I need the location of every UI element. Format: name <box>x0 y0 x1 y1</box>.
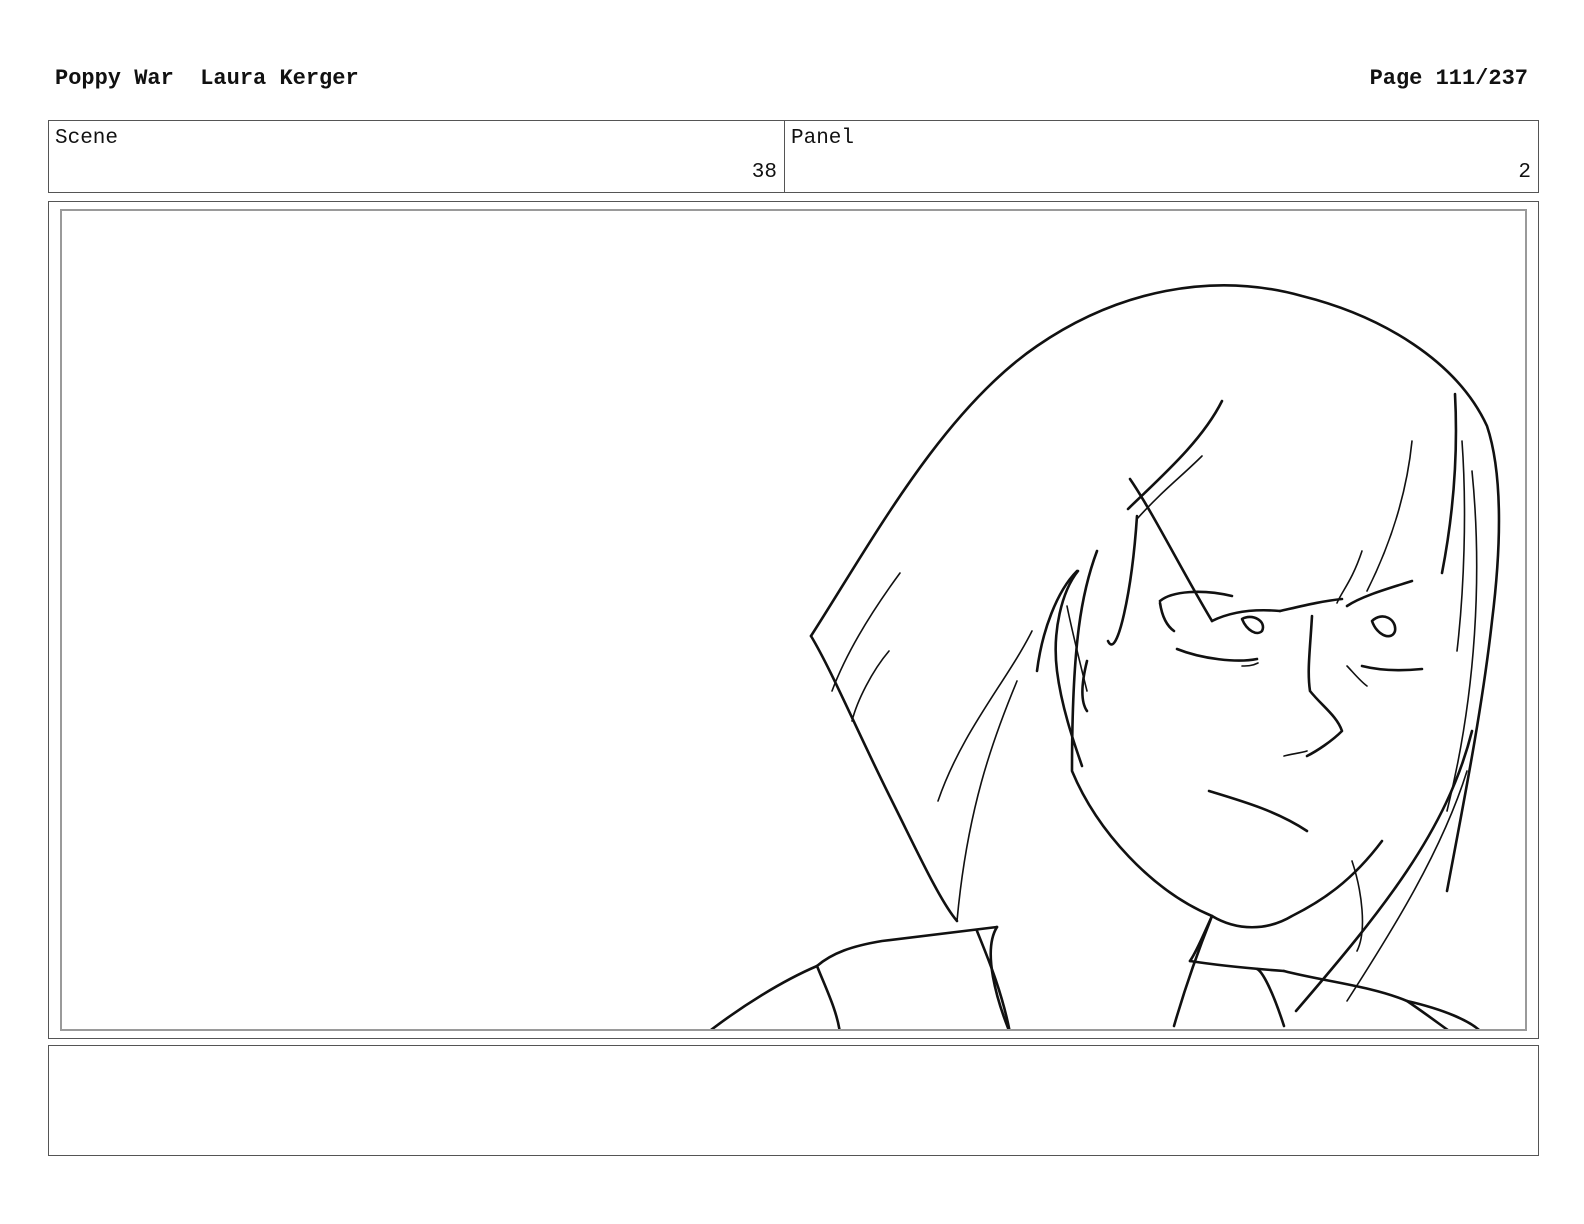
panel-label: Panel <box>791 127 855 150</box>
panel-number: 2 <box>1518 161 1531 184</box>
storyboard-panel-image <box>60 209 1527 1031</box>
character-sketch <box>710 284 1501 1029</box>
scene-label: Scene <box>55 127 119 150</box>
storyboard-header-title: Poppy War Laura Kerger <box>55 66 359 91</box>
author-name: Laura Kerger <box>200 66 359 91</box>
storyboard-frame <box>48 201 1539 1039</box>
scene-number: 38 <box>751 161 777 184</box>
panel-notes <box>48 1045 1539 1156</box>
project-title: Poppy War <box>55 66 174 91</box>
scene-field: Scene 38 <box>48 120 785 193</box>
page-number: Page 111/237 <box>1369 66 1528 91</box>
panel-field: Panel 2 <box>784 120 1539 193</box>
